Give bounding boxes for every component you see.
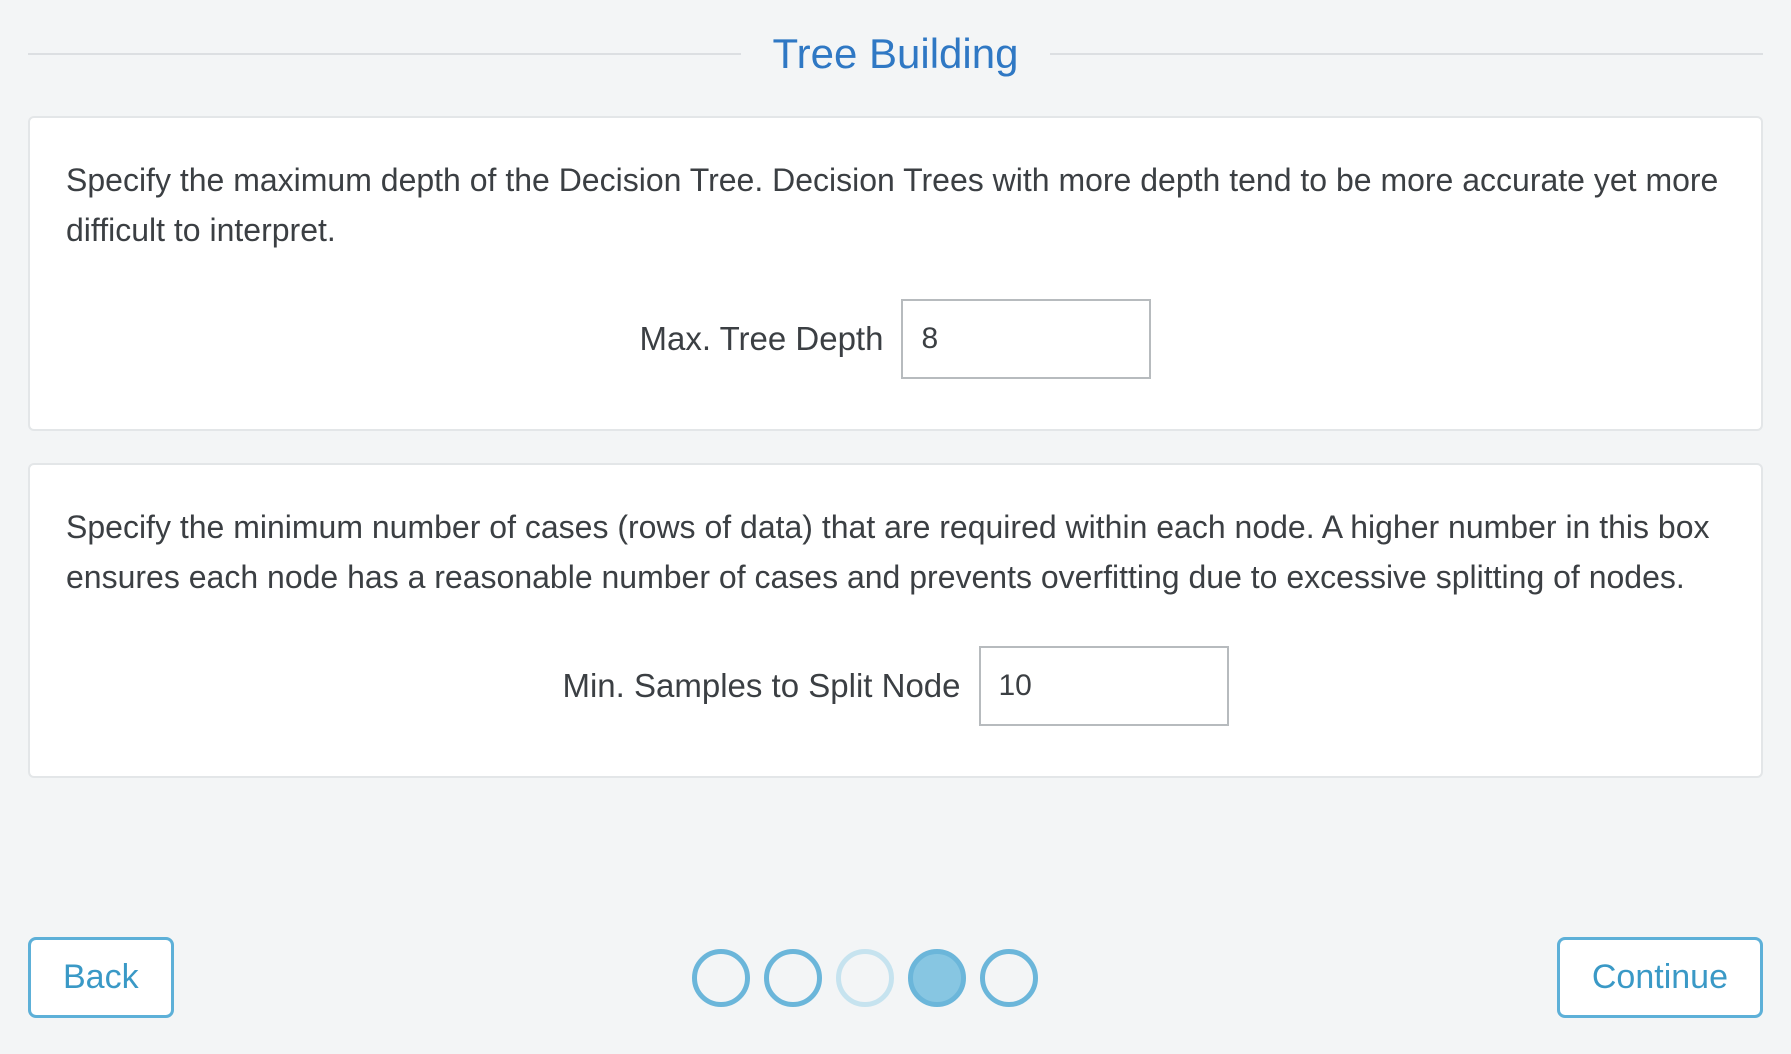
card-min-samples-split: Specify the minimum number of cases (row… xyxy=(28,463,1763,778)
max-tree-depth-field-row: Max. Tree Depth xyxy=(66,299,1725,379)
step-dot-2[interactable] xyxy=(764,949,822,1007)
max-tree-depth-description: Specify the maximum depth of the Decisio… xyxy=(66,156,1725,255)
back-button[interactable]: Back xyxy=(28,937,174,1018)
step-indicator xyxy=(692,949,1038,1007)
section-title: Tree Building xyxy=(773,30,1019,78)
max-tree-depth-input[interactable] xyxy=(901,299,1151,379)
divider-right xyxy=(1050,53,1763,55)
step-dot-1[interactable] xyxy=(692,949,750,1007)
step-dot-3[interactable] xyxy=(836,949,894,1007)
min-samples-label: Min. Samples to Split Node xyxy=(562,667,960,705)
continue-button[interactable]: Continue xyxy=(1557,937,1763,1018)
card-max-tree-depth: Specify the maximum depth of the Decisio… xyxy=(28,116,1763,431)
min-samples-field-row: Min. Samples to Split Node xyxy=(66,646,1725,726)
wizard-footer: Back Continue xyxy=(28,937,1763,1018)
min-samples-input[interactable] xyxy=(979,646,1229,726)
divider-left xyxy=(28,53,741,55)
min-samples-description: Specify the minimum number of cases (row… xyxy=(66,503,1725,602)
step-dot-5[interactable] xyxy=(980,949,1038,1007)
step-dot-4[interactable] xyxy=(908,949,966,1007)
max-tree-depth-label: Max. Tree Depth xyxy=(640,320,884,358)
section-header: Tree Building xyxy=(28,30,1763,78)
